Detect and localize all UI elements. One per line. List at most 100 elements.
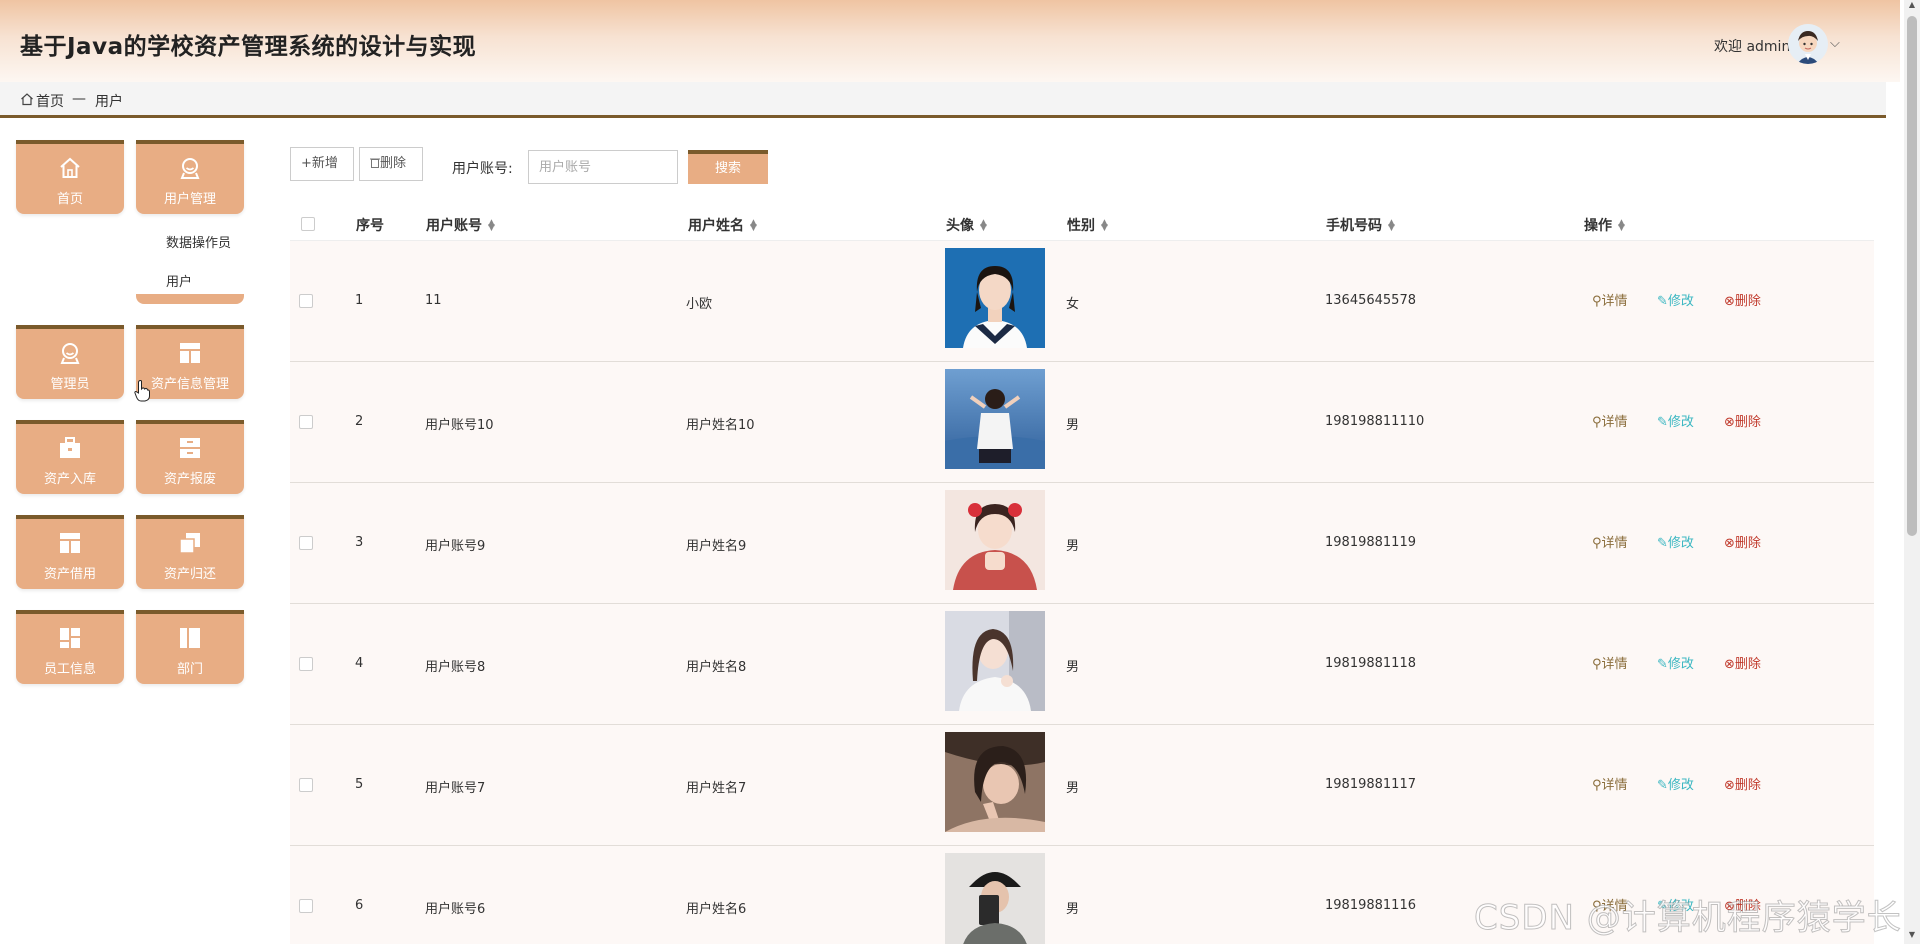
delete-button[interactable]: ⊗删除 <box>1724 653 1761 672</box>
sidebar-item-label: 管理员 <box>50 377 90 392</box>
scroll-down-icon[interactable]: ▼ <box>1904 930 1920 944</box>
sidebar-item-admin[interactable]: 管理员 <box>16 325 124 399</box>
sort-icon[interactable]: ▲ ▼ <box>488 219 495 233</box>
column-header-avatar[interactable]: 头像 ▲ ▼ <box>946 215 987 235</box>
grid-icon <box>60 628 80 648</box>
sidebar-item-label: 首页 <box>56 192 83 207</box>
detail-button[interactable]: ⚲详情 <box>1592 653 1628 672</box>
row-checkbox[interactable] <box>299 657 313 671</box>
row-checkbox[interactable] <box>299 536 313 550</box>
search-icon: ⚲ <box>1592 294 1602 309</box>
close-circle-icon: ⊗ <box>1724 536 1735 551</box>
select-all-checkbox[interactable] <box>301 217 315 231</box>
avatar <box>945 490 1045 590</box>
sort-icon[interactable]: ▲ ▼ <box>980 219 987 233</box>
sidebar-item-asset-return[interactable]: 资产归还 <box>136 515 244 589</box>
detail-button[interactable]: ⚲详情 <box>1592 774 1628 793</box>
sidebar-item-home[interactable]: 首页 <box>16 140 124 214</box>
delete-button[interactable]: ⊗删除 <box>1724 411 1761 430</box>
watermark: CSDN @计算机程序猿学长 <box>1474 898 1902 939</box>
sidebar-item-asset-scrap[interactable]: 资产报废 <box>136 420 244 494</box>
user-avatar[interactable] <box>1788 24 1828 64</box>
chevron-down-icon[interactable]: ⌵ <box>1830 36 1840 51</box>
detail-button[interactable]: ⚲详情 <box>1592 411 1628 430</box>
hand-cursor-icon <box>134 380 150 402</box>
row-checkbox[interactable] <box>299 415 313 429</box>
sidebar-item-asset-in[interactable]: 资产入库 <box>16 420 124 494</box>
batch-delete-button[interactable]: 删除 <box>359 147 423 181</box>
app-title: 基于Java的学校资产管理系统的设计与实现 <box>20 34 477 60</box>
cell-name: 小欧 <box>686 297 713 312</box>
breadcrumb-current: 用户 <box>95 94 123 110</box>
row-checkbox[interactable] <box>299 778 313 792</box>
cell-gender: 女 <box>1066 297 1080 312</box>
cell-phone: 19819881118 <box>1325 656 1416 671</box>
sidebar-item-asset-borrow[interactable]: 资产借用 <box>16 515 124 589</box>
row-checkbox[interactable] <box>299 899 313 913</box>
search-icon: ⚲ <box>1592 536 1602 551</box>
cell-index: 2 <box>355 414 364 429</box>
user-icon <box>180 158 200 179</box>
submenu-item-user[interactable]: 用户 <box>166 271 192 290</box>
home-icon <box>60 157 80 178</box>
column-header-gender[interactable]: 性别 ▲ ▼ <box>1067 215 1108 235</box>
edit-button[interactable]: ✎修改 <box>1657 411 1694 430</box>
edit-icon: ✎ <box>1657 536 1668 551</box>
cell-account: 11 <box>425 293 442 308</box>
sort-icon[interactable]: ▲ ▼ <box>1618 219 1625 233</box>
submenu-item-data-operator[interactable]: 数据操作员 <box>166 232 231 251</box>
sidebar-item-label: 资产归还 <box>163 567 216 582</box>
sort-icon[interactable]: ▲ ▼ <box>1388 219 1395 233</box>
sidebar-item-label: 员工信息 <box>43 662 96 677</box>
column-header-phone[interactable]: 手机号码 ▲ ▼ <box>1326 215 1395 235</box>
sort-icon[interactable]: ▲ ▼ <box>750 219 757 233</box>
edit-button[interactable]: ✎修改 <box>1657 290 1694 309</box>
sidebar-item-asset-info[interactable]: 资产信息管理 <box>136 325 244 399</box>
column-header-actions[interactable]: 操作 ▲ ▼ <box>1584 215 1625 235</box>
breadcrumb-home[interactable]: 首页 <box>36 91 64 111</box>
edit-icon: ✎ <box>1657 415 1668 430</box>
cell-index: 1 <box>355 293 364 308</box>
column-header-name[interactable]: 用户姓名 ▲ ▼ <box>688 215 757 235</box>
page-scrollbar[interactable]: ▲ ▼ <box>1904 0 1920 944</box>
cell-phone: 13645645578 <box>1325 293 1416 308</box>
edit-button[interactable]: ✎修改 <box>1657 532 1694 551</box>
cell-account: 用户账号7 <box>425 781 486 796</box>
sidebar-item-user-management[interactable]: 用户管理 <box>136 140 244 214</box>
table-header: 序号 用户账号 ▲ ▼ 用户姓名 ▲ ▼ 头像 ▲ ▼ 性别 ▲ ▼ 手机号码 ▲ ▼ 操作 ▲ ▼ <box>290 206 1874 241</box>
column-header-index: 序号 <box>356 218 384 234</box>
copy-icon <box>179 533 200 554</box>
sort-icon[interactable]: ▲ ▼ <box>1101 219 1108 233</box>
briefcase-icon <box>60 437 80 458</box>
edit-button[interactable]: ✎修改 <box>1657 653 1694 672</box>
search-input[interactable] <box>528 150 678 184</box>
sidebar-item-department[interactable]: 部门 <box>136 610 244 684</box>
row-checkbox[interactable] <box>299 294 313 308</box>
scrollbar-thumb[interactable] <box>1907 16 1917 536</box>
sidebar-item-label: 部门 <box>176 662 203 677</box>
edit-button[interactable]: ✎修改 <box>1657 774 1694 793</box>
cell-name: 用户姓名7 <box>686 781 747 796</box>
delete-button[interactable]: ⊗删除 <box>1724 774 1761 793</box>
close-circle-icon: ⊗ <box>1724 657 1735 672</box>
cell-account: 用户账号10 <box>425 418 494 433</box>
delete-button[interactable]: ⊗删除 <box>1724 532 1761 551</box>
cell-name: 用户姓名6 <box>686 902 747 917</box>
scroll-up-icon[interactable]: ▲ <box>1904 0 1920 14</box>
table-row: 5 用户账号7 用户姓名7 男 19819881117 ⚲详情 ✎修改 ⊗删除 <box>290 725 1874 846</box>
cell-name: 用户姓名8 <box>686 660 747 675</box>
column-header-account[interactable]: 用户账号 ▲ ▼ <box>426 215 495 235</box>
delete-button[interactable]: ⊗删除 <box>1724 290 1761 309</box>
cell-name: 用户姓名10 <box>686 418 755 433</box>
search-button[interactable]: 搜索 <box>688 150 768 184</box>
cell-account: 用户账号9 <box>425 539 486 554</box>
detail-button[interactable]: ⚲详情 <box>1592 290 1628 309</box>
table-row: 2 用户账号10 用户姓名10 男 198198811110 ⚲详情 ✎修改 ⊗… <box>290 362 1874 483</box>
add-button[interactable]: +新增 <box>290 147 354 181</box>
app-header: 基于Java的学校资产管理系统的设计与实现 欢迎 admin ⌵ <box>0 0 1900 82</box>
sidebar-item-employee[interactable]: 员工信息 <box>16 610 124 684</box>
edit-icon: ✎ <box>1657 657 1668 672</box>
home-icon <box>21 93 33 106</box>
cell-index: 3 <box>355 535 364 550</box>
detail-button[interactable]: ⚲详情 <box>1592 532 1628 551</box>
